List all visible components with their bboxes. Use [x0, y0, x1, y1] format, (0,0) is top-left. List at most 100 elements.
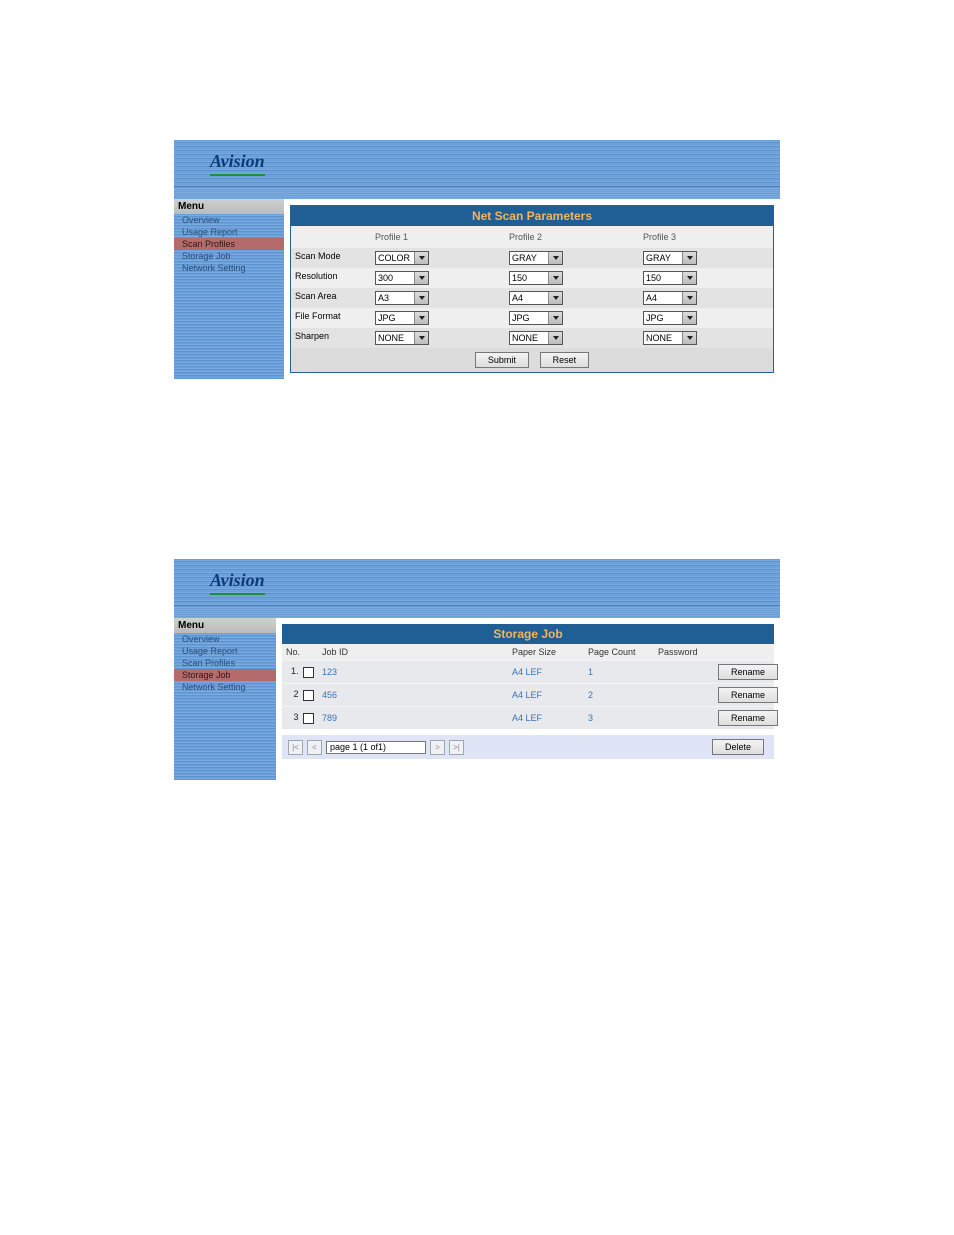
- sidebar-item-storage-job[interactable]: Storage Job: [174, 669, 276, 681]
- row-checkbox[interactable]: [303, 713, 314, 724]
- job-id-link[interactable]: 789: [318, 713, 508, 723]
- storage-job-table: No. Job ID Paper Size Page Count Passwor…: [282, 644, 774, 729]
- sidebar-item-network-setting[interactable]: Network Setting: [174, 681, 276, 693]
- rename-button[interactable]: Rename: [718, 710, 778, 726]
- param-cell: JPG: [371, 308, 505, 328]
- pager-last-button[interactable]: >|: [449, 740, 464, 755]
- param-cell: A3: [371, 288, 505, 308]
- sidebar: Menu OverviewUsage ReportScan ProfilesSt…: [174, 618, 276, 780]
- menu-header: Menu: [174, 618, 276, 633]
- select-value: GRAY: [646, 253, 671, 263]
- sidebar-item-usage-report[interactable]: Usage Report: [174, 645, 276, 657]
- row-actions: Rename: [710, 687, 774, 703]
- scan-mode-select-p3[interactable]: GRAY: [643, 251, 697, 265]
- table-row: 3 789A4 LEF3Rename: [282, 706, 774, 729]
- sidebar-item-usage-report[interactable]: Usage Report: [174, 226, 284, 238]
- chevron-down-icon: [682, 252, 696, 264]
- content-area: Storage Job No. Job ID Paper Size Page C…: [276, 618, 780, 780]
- row-label: Scan Area: [291, 288, 371, 308]
- resolution-select-p3[interactable]: 150: [643, 271, 697, 285]
- resolution-select-p1[interactable]: 300: [375, 271, 429, 285]
- job-id-link[interactable]: 123: [318, 667, 508, 677]
- chevron-down-icon: [548, 272, 562, 284]
- pager-page-input[interactable]: [326, 741, 426, 754]
- chevron-down-icon: [414, 292, 428, 304]
- row-checkbox[interactable]: [303, 690, 314, 701]
- pager-next-button[interactable]: >: [430, 740, 445, 755]
- pager-first-button[interactable]: |<: [288, 740, 303, 755]
- col-paper: Paper Size: [508, 647, 584, 657]
- chevron-down-icon: [682, 292, 696, 304]
- banner-divider: [174, 187, 780, 199]
- rename-button[interactable]: Rename: [718, 664, 778, 680]
- scan-mode-select-p1[interactable]: COLOR: [375, 251, 429, 265]
- select-value: JPG: [512, 313, 530, 323]
- brand-logo: Avision: [210, 570, 265, 595]
- row-actions: Rename: [710, 710, 774, 726]
- col-password: Password: [654, 647, 710, 657]
- page-count: 3: [584, 713, 654, 723]
- param-cell: JPG: [639, 308, 773, 328]
- scan-area-select-p3[interactable]: A4: [643, 291, 697, 305]
- sidebar-item-overview[interactable]: Overview: [174, 633, 276, 645]
- chevron-down-icon: [414, 252, 428, 264]
- sharpen-select-p1[interactable]: NONE: [375, 331, 429, 345]
- submit-button[interactable]: Submit: [475, 352, 529, 368]
- table-row: 1. 123A4 LEF1Rename: [282, 660, 774, 683]
- page-count: 2: [584, 690, 654, 700]
- file-format-select-p3[interactable]: JPG: [643, 311, 697, 325]
- col-no: No.: [282, 647, 318, 657]
- resolution-select-p2[interactable]: 150: [509, 271, 563, 285]
- select-value: 150: [512, 273, 527, 283]
- row-checkbox[interactable]: [303, 667, 314, 678]
- chevron-down-icon: [548, 312, 562, 324]
- col-profile-3: Profile 3: [639, 226, 773, 248]
- row-label: Scan Mode: [291, 248, 371, 268]
- param-cell: GRAY: [639, 248, 773, 268]
- brand-logo: Avision: [210, 151, 265, 176]
- row-number: 2: [282, 689, 318, 700]
- rename-button[interactable]: Rename: [718, 687, 778, 703]
- row-label: File Format: [291, 308, 371, 328]
- sidebar-item-storage-job[interactable]: Storage Job: [174, 250, 284, 262]
- page-title: Storage Job: [282, 624, 774, 644]
- button-row: Submit Reset: [291, 348, 773, 372]
- col-job-id: Job ID: [318, 647, 508, 657]
- sidebar-item-overview[interactable]: Overview: [174, 214, 284, 226]
- sharpen-select-p3[interactable]: NONE: [643, 331, 697, 345]
- table-header-row: No. Job ID Paper Size Page Count Passwor…: [282, 644, 774, 660]
- param-cell: NONE: [505, 328, 639, 348]
- select-value: NONE: [646, 333, 672, 343]
- delete-button[interactable]: Delete: [712, 739, 764, 755]
- sidebar-item-network-setting[interactable]: Network Setting: [174, 262, 284, 274]
- col-profile-2: Profile 2: [505, 226, 639, 248]
- page-title: Net Scan Parameters: [291, 206, 773, 226]
- reset-button[interactable]: Reset: [540, 352, 590, 368]
- scan-mode-select-p2[interactable]: GRAY: [509, 251, 563, 265]
- chevron-down-icon: [548, 292, 562, 304]
- chevron-down-icon: [548, 252, 562, 264]
- param-cell: NONE: [371, 328, 505, 348]
- sidebar-item-scan-profiles[interactable]: Scan Profiles: [174, 238, 284, 250]
- scan-area-select-p2[interactable]: A4: [509, 291, 563, 305]
- page-count: 1: [584, 667, 654, 677]
- row-number: 1.: [282, 666, 318, 677]
- content-area: Net Scan Parameters Profile 1Profile 2Pr…: [284, 199, 780, 379]
- scan-area-select-p1[interactable]: A3: [375, 291, 429, 305]
- chevron-down-icon: [414, 332, 428, 344]
- table-row: 2 456A4 LEF2Rename: [282, 683, 774, 706]
- param-cell: A4: [639, 288, 773, 308]
- select-value: NONE: [512, 333, 538, 343]
- pager-prev-button[interactable]: <: [307, 740, 322, 755]
- row-number: 3: [282, 712, 318, 723]
- pager-row: |< < > >| Delete: [282, 735, 774, 759]
- parameters-table: Profile 1Profile 2Profile 3Scan ModeCOLO…: [291, 226, 773, 348]
- file-format-select-p2[interactable]: JPG: [509, 311, 563, 325]
- file-format-select-p1[interactable]: JPG: [375, 311, 429, 325]
- sidebar-item-scan-profiles[interactable]: Scan Profiles: [174, 657, 276, 669]
- chevron-down-icon: [548, 332, 562, 344]
- select-value: A4: [512, 293, 523, 303]
- job-id-link[interactable]: 456: [318, 690, 508, 700]
- sharpen-select-p2[interactable]: NONE: [509, 331, 563, 345]
- select-value: 300: [378, 273, 393, 283]
